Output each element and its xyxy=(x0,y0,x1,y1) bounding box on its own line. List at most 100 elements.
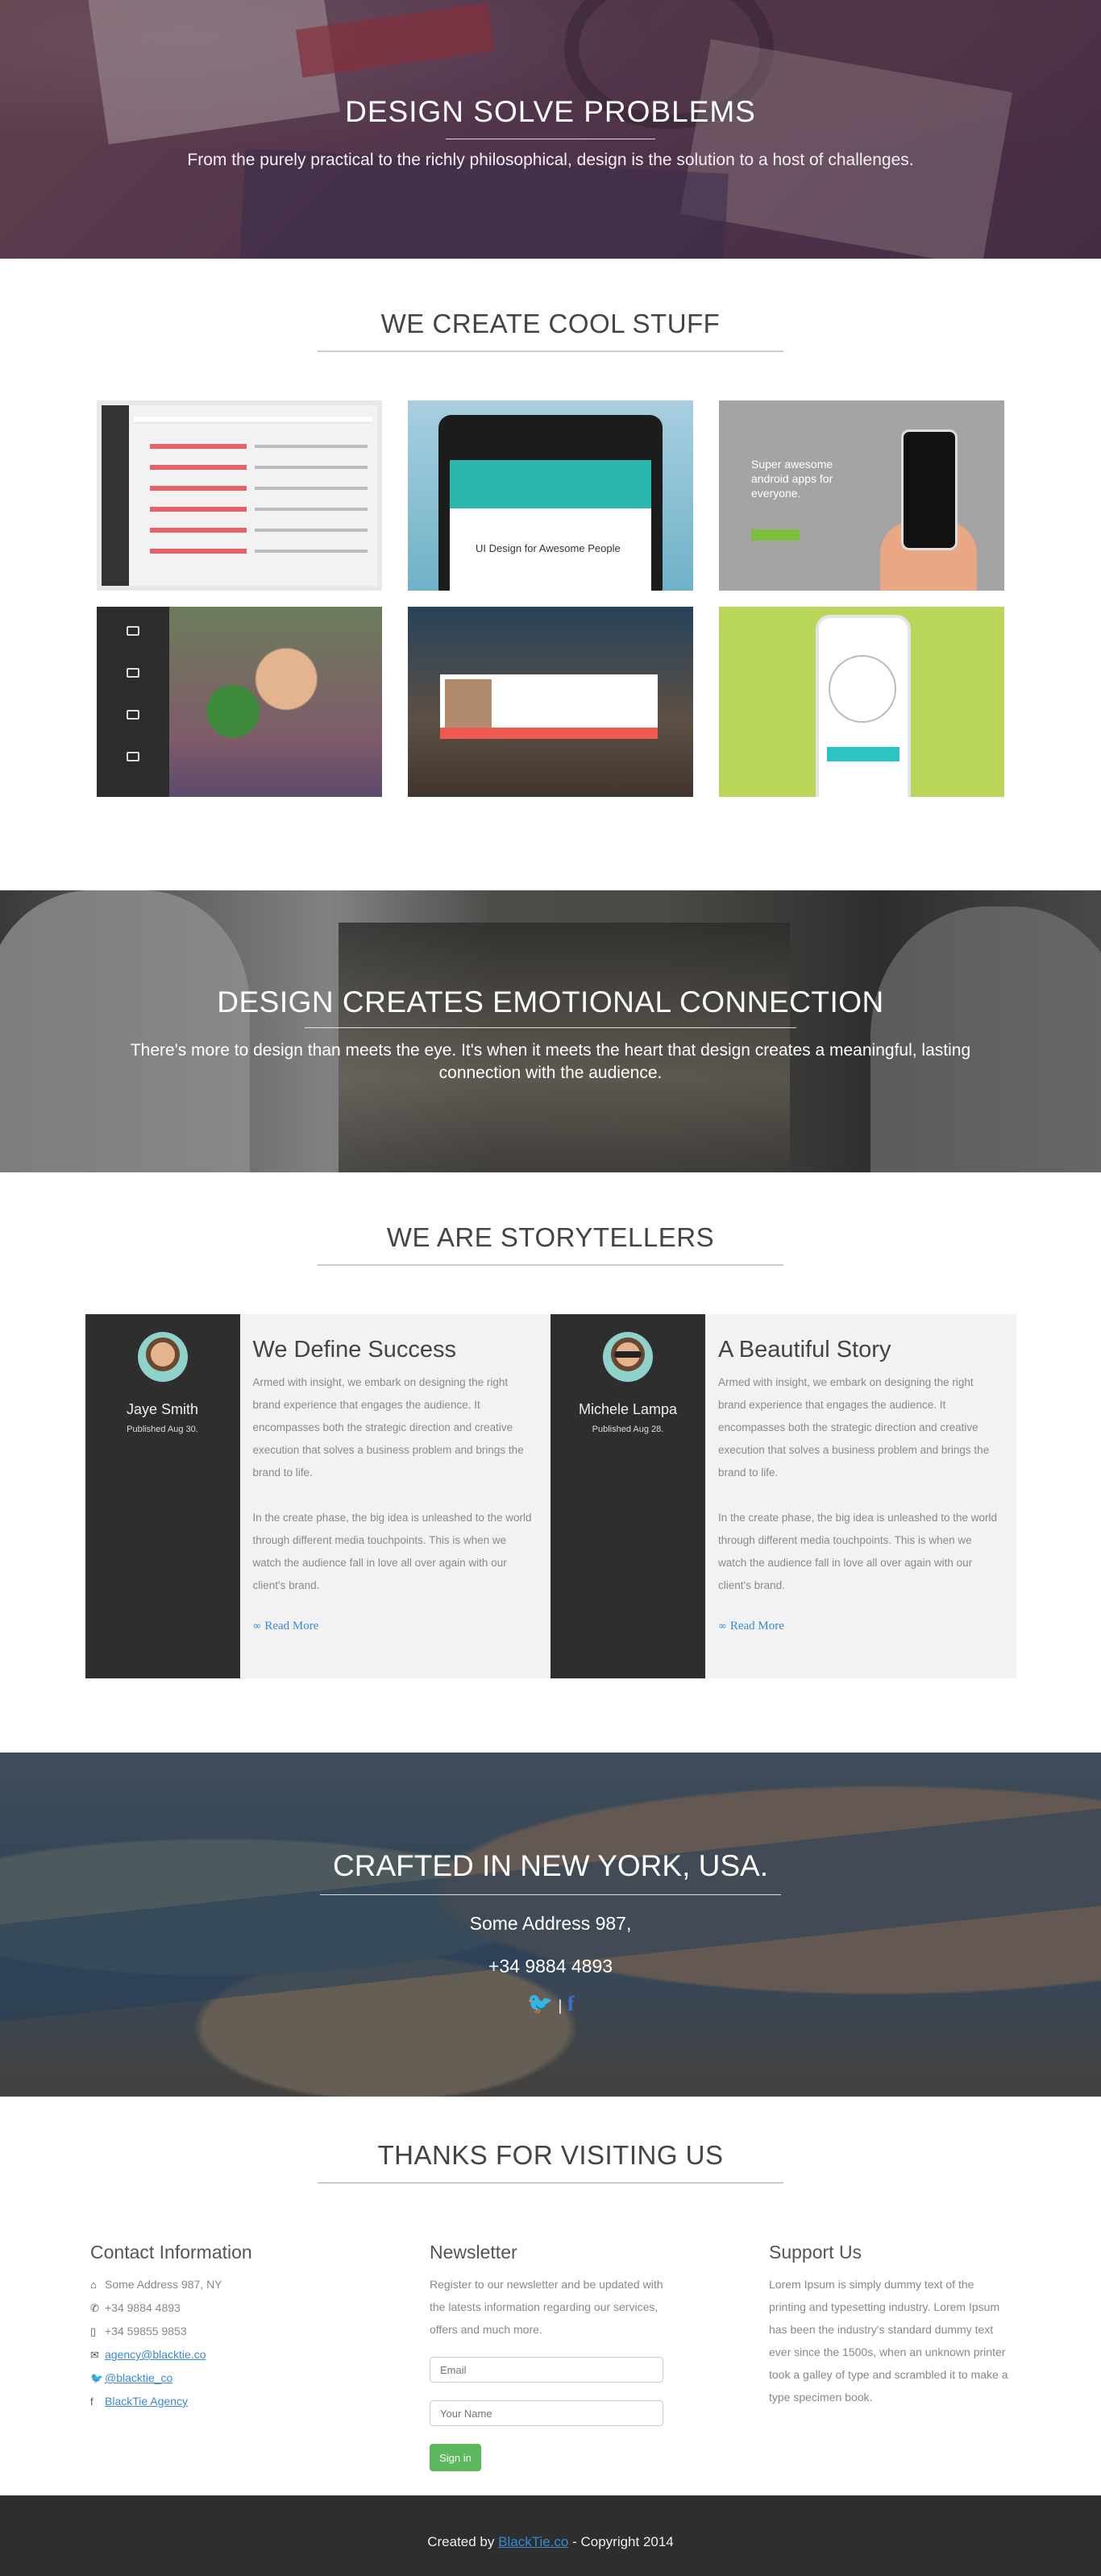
twitter-icon: 🐦 xyxy=(90,2372,104,2384)
tile-row xyxy=(150,486,247,491)
story-body: We Define Success Armed with insight, we… xyxy=(239,1314,550,1678)
envelope-icon: ✉ xyxy=(90,2349,99,2361)
tile-row xyxy=(255,529,368,532)
link-icon: ∞ xyxy=(252,1620,262,1632)
page-footer: Created by BlackTie.co - Copyright 2014 xyxy=(0,2495,1101,2576)
mobile-icon: ▯ xyxy=(90,2325,97,2337)
link-icon: ∞ xyxy=(718,1620,727,1632)
tile-row xyxy=(255,508,368,511)
social-links: 🐦 | f xyxy=(0,1992,1101,2016)
story-paragraph: In the create phase, the big idea is unl… xyxy=(718,1512,997,1591)
tile-row xyxy=(255,487,368,490)
support-text: Lorem Ipsum is simply dummy text of the … xyxy=(769,2278,1008,2404)
notification-avatar xyxy=(445,679,492,734)
thanks-section: THANKS FOR VISITING US Contact Informati… xyxy=(0,2097,1101,2495)
read-more-label: Read More xyxy=(729,1620,784,1632)
contact-email: ✉ agency@blacktie.co xyxy=(90,2343,332,2367)
android-tile-button xyxy=(751,529,800,541)
portfolio-tile-tablet-profile[interactable]: UI Design for Awesome People xyxy=(408,400,693,591)
read-more-label: Read More xyxy=(264,1620,319,1632)
portfolio-tile-notification[interactable] xyxy=(408,607,693,797)
tile-row xyxy=(255,550,368,553)
android-tile-text: Super awesome android apps for everyone. xyxy=(751,458,833,500)
contact-mobile: ▯ +34 59855 9853 xyxy=(90,2320,332,2343)
connection-text: There's more to design than meets the ey… xyxy=(130,1041,971,1082)
portfolio-title: WE CREATE COOL STUFF xyxy=(380,309,721,338)
newsletter-heading: Newsletter xyxy=(430,2242,517,2263)
story-heading: A Beautiful Story xyxy=(718,1337,891,1363)
tile-sidebar xyxy=(102,405,129,586)
location-divider xyxy=(320,1894,781,1895)
stories-divider xyxy=(318,1264,783,1266)
facebook-icon[interactable]: f xyxy=(567,1992,575,2015)
hero-section: DESIGN SOLVE PROBLEMS From the purely pr… xyxy=(0,0,1101,259)
tablet-header xyxy=(450,460,651,508)
tile-toolbar xyxy=(134,417,372,423)
chat-icon xyxy=(127,668,139,678)
stories-header: WE ARE STORYTELLERS xyxy=(0,1222,1101,1266)
tile-row xyxy=(150,507,247,512)
portfolio-section: WE CREATE COOL STUFF UI Design for Aweso… xyxy=(0,259,1101,890)
read-more-link[interactable]: ∞ Read More xyxy=(718,1620,784,1633)
tile-row xyxy=(150,465,247,470)
hero-subtitle: From the purely practical to the richly … xyxy=(187,151,914,169)
story-card: Michele Lampa Published Aug 28. A Beauti… xyxy=(550,1314,1016,1678)
newsletter-text: Register to our newsletter and be update… xyxy=(430,2278,663,2336)
footer-columns: Contact Information ⌂ Some Address 987, N… xyxy=(90,2242,1011,2471)
contact-email-link[interactable]: agency@blacktie.co xyxy=(105,2348,206,2361)
image-icon xyxy=(127,752,139,761)
portfolio-tile-radar-phone[interactable] xyxy=(719,607,1004,797)
social-separator: | xyxy=(557,1997,563,2014)
portfolio-tile-inbox-dashboard[interactable] xyxy=(97,400,382,591)
sunglasses-shape xyxy=(614,1351,642,1358)
portfolio-grid: UI Design for Awesome People Super aweso… xyxy=(97,400,1004,797)
radar-button xyxy=(827,747,899,761)
hero-title: DESIGN SOLVE PROBLEMS xyxy=(345,95,756,128)
thanks-title: THANKS FOR VISITING US xyxy=(377,2140,724,2170)
tablet-caption: UI Design for Awesome People xyxy=(476,542,621,554)
tile-row xyxy=(255,445,368,448)
portfolio-header: WE CREATE COOL STUFF xyxy=(0,309,1101,352)
published-date: Published Aug 28. xyxy=(592,1425,664,1434)
location-content: CRAFTED IN NEW YORK, USA. Some Address 9… xyxy=(0,1849,1101,2016)
author-name: Jaye Smith xyxy=(126,1401,199,1417)
hero-content: DESIGN SOLVE PROBLEMS From the purely pr… xyxy=(0,95,1101,170)
story-paragraph: Armed with insight, we embark on designi… xyxy=(252,1376,524,1479)
avatar xyxy=(603,1332,653,1382)
portfolio-tile-android-app[interactable]: Super awesome android apps for everyone. xyxy=(719,400,1004,591)
name-field[interactable] xyxy=(430,2400,663,2426)
avatar xyxy=(137,1332,188,1382)
location-title: CRAFTED IN NEW YORK, USA. xyxy=(333,1849,768,1882)
contact-column: Contact Information ⌂ Some Address 987, N… xyxy=(90,2242,332,2471)
support-column: Support Us Lorem Ipsum is simply dummy t… xyxy=(769,2242,1011,2471)
published-date: Published Aug 30. xyxy=(127,1425,198,1434)
footer-suffix: - Copyright 2014 xyxy=(568,2534,674,2549)
stories-section: WE ARE STORYTELLERS Jaye Smith Published… xyxy=(0,1172,1101,1753)
notification-bar xyxy=(440,728,658,739)
location-section: CRAFTED IN NEW YORK, USA. Some Address 9… xyxy=(0,1753,1101,2097)
radar-icon xyxy=(829,655,896,723)
connection-content: DESIGN CREATES EMOTIONAL CONNECTION Ther… xyxy=(0,985,1101,1085)
contact-heading: Contact Information xyxy=(90,2242,252,2263)
footer-brand-link[interactable]: BlackTie.co xyxy=(498,2534,568,2549)
story-cards: Jaye Smith Published Aug 30. We Define S… xyxy=(85,1314,1016,1678)
story-body: A Beautiful Story Armed with insight, we… xyxy=(705,1314,1016,1678)
thanks-divider xyxy=(318,2182,783,2184)
contact-twitter-link[interactable]: @blacktie_co xyxy=(105,2371,172,2384)
location-phone: +34 9884 4893 xyxy=(488,1956,613,1977)
contact-facebook-link[interactable]: BlackTie Agency xyxy=(105,2395,188,2408)
contact-mobile-text: +34 59855 9853 xyxy=(105,2325,187,2337)
story-paragraph: Armed with insight, we embark on designi… xyxy=(718,1376,990,1479)
read-more-link[interactable]: ∞ Read More xyxy=(253,1620,319,1633)
connection-title: DESIGN CREATES EMOTIONAL CONNECTION xyxy=(217,985,884,1018)
tile-row xyxy=(150,528,247,533)
home-icon: ⌂ xyxy=(90,2279,97,2291)
stories-title: WE ARE STORYTELLERS xyxy=(386,1222,715,1252)
contact-phone: ✆ +34 9884 4893 xyxy=(90,2296,332,2320)
twitter-icon[interactable]: 🐦 xyxy=(526,1992,552,2016)
portfolio-tile-profile-app[interactable] xyxy=(97,607,382,797)
mail-icon xyxy=(127,710,139,720)
contact-address-text: Some Address 987, NY xyxy=(105,2278,222,2291)
email-field[interactable] xyxy=(430,2357,663,2383)
sign-in-button[interactable]: Sign in xyxy=(430,2444,481,2471)
